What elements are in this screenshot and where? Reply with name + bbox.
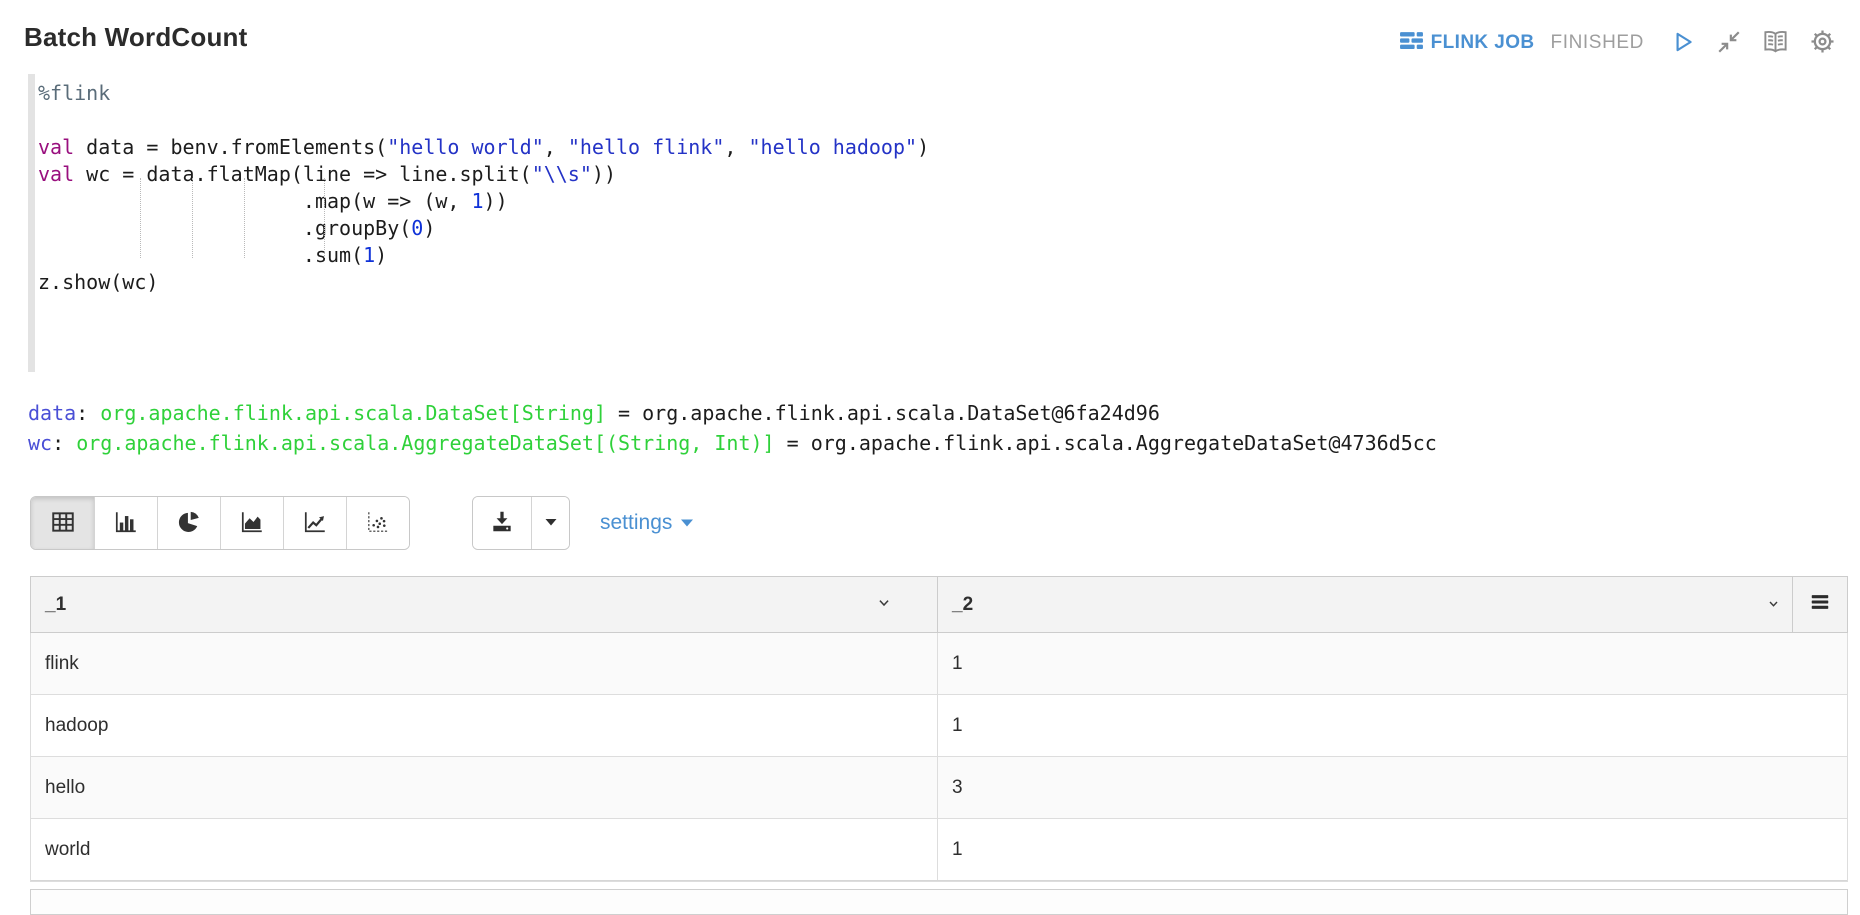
show-editor-button[interactable] — [1760, 28, 1791, 58]
code-line: .groupBy(0) — [38, 215, 1840, 242]
table-row: hello3 — [31, 757, 1847, 819]
chevron-down-icon[interactable] — [1767, 594, 1780, 616]
table-row: hadoop1 — [31, 695, 1847, 757]
chevron-down-icon[interactable] — [876, 594, 892, 616]
column-header-label: _1 — [45, 594, 66, 616]
column-header-2[interactable]: _2 — [937, 577, 1792, 632]
table-cell: 1 — [937, 633, 1847, 694]
viz-button-area-chart[interactable] — [220, 497, 283, 549]
bar-chart-icon — [112, 509, 140, 538]
indent-guide — [324, 178, 325, 258]
code-line: z.show(wc) — [38, 269, 1840, 296]
viz-button-bar-chart[interactable] — [94, 497, 157, 549]
repl-output-line: data: org.apache.flink.api.scala.DataSet… — [28, 398, 1840, 428]
indent-guide — [192, 178, 193, 258]
result-table: _1 _2 — [30, 576, 1848, 882]
viz-button-line-chart[interactable] — [283, 497, 346, 549]
code-line — [38, 107, 1840, 134]
table-cell: flink — [31, 633, 937, 694]
repl-output-line: wc: org.apache.flink.api.scala.Aggregate… — [28, 428, 1840, 458]
repl-output: data: org.apache.flink.api.scala.DataSet… — [28, 398, 1840, 458]
viz-button-scatter-chart[interactable] — [346, 497, 409, 549]
table-icon — [49, 509, 77, 538]
scatter-chart-icon — [364, 509, 392, 538]
flink-job-label: FLINK JOB — [1431, 32, 1535, 54]
code-line: .sum(1) — [38, 242, 1840, 269]
caret-down-icon — [680, 511, 694, 535]
table-cell: hello — [31, 757, 937, 818]
paragraph-controls: FLINK JOB FINISHED — [1399, 22, 1838, 58]
next-section-edge — [30, 889, 1848, 915]
table-row: flink1 — [31, 633, 1847, 695]
pie-chart-icon — [175, 509, 203, 538]
flink-job-link[interactable]: FLINK JOB — [1399, 28, 1535, 58]
code-block[interactable]: %flink val data = benv.fromElements("hel… — [38, 72, 1840, 296]
download-button[interactable] — [473, 497, 531, 549]
hamburger-icon — [1808, 591, 1832, 619]
compress-icon — [1716, 29, 1742, 58]
table-cell: hadoop — [31, 695, 937, 756]
viz-switcher — [30, 496, 410, 550]
flink-job-icon — [1399, 28, 1424, 58]
indent-guide — [140, 178, 141, 258]
settings-toggle[interactable]: settings — [600, 511, 694, 535]
table-cell: 1 — [937, 695, 1847, 756]
collapse-button[interactable] — [1714, 29, 1744, 58]
code-line: %flink — [38, 80, 1840, 107]
line-chart-icon — [301, 509, 329, 538]
run-button[interactable] — [1668, 29, 1698, 58]
table-cell: 3 — [937, 757, 1847, 818]
table-cell: 1 — [937, 819, 1847, 880]
status-badge: FINISHED — [1551, 32, 1644, 54]
page-title: Batch WordCount — [24, 22, 248, 53]
download-group — [472, 496, 570, 550]
code-line: .map(w => (w, 1)) — [38, 188, 1840, 215]
viz-button-table[interactable] — [31, 497, 94, 549]
table-row: world1 — [31, 819, 1847, 881]
download-icon — [489, 509, 515, 538]
table-body: flink1hadoop1hello3world1 — [30, 633, 1848, 882]
table-menu-button[interactable] — [1792, 577, 1847, 632]
column-header-label: _2 — [952, 594, 973, 616]
indent-guide — [244, 178, 245, 258]
code-editor[interactable]: %flink val data = benv.fromElements("hel… — [28, 72, 1840, 374]
code-line: val wc = data.flatMap(line => line.split… — [38, 161, 1840, 188]
code-line: val data = benv.fromElements("hello worl… — [38, 134, 1840, 161]
paragraph-header: Batch WordCount FLINK JOB FINISHED — [0, 0, 1860, 62]
paragraph-settings-button[interactable] — [1807, 28, 1838, 58]
download-caret-button[interactable] — [531, 497, 569, 549]
viz-toolbar: settings — [30, 496, 1840, 550]
column-header-1[interactable]: _1 — [31, 577, 937, 632]
table-header-row: _1 _2 — [30, 576, 1848, 633]
play-icon — [1670, 29, 1696, 58]
settings-label: settings — [600, 511, 672, 535]
caret-down-icon — [544, 516, 558, 531]
gear-icon — [1809, 28, 1836, 58]
area-chart-icon — [238, 509, 266, 538]
book-icon — [1762, 28, 1789, 58]
viz-button-pie-chart[interactable] — [157, 497, 220, 549]
table-cell: world — [31, 819, 937, 880]
editor-gutter — [28, 74, 35, 372]
